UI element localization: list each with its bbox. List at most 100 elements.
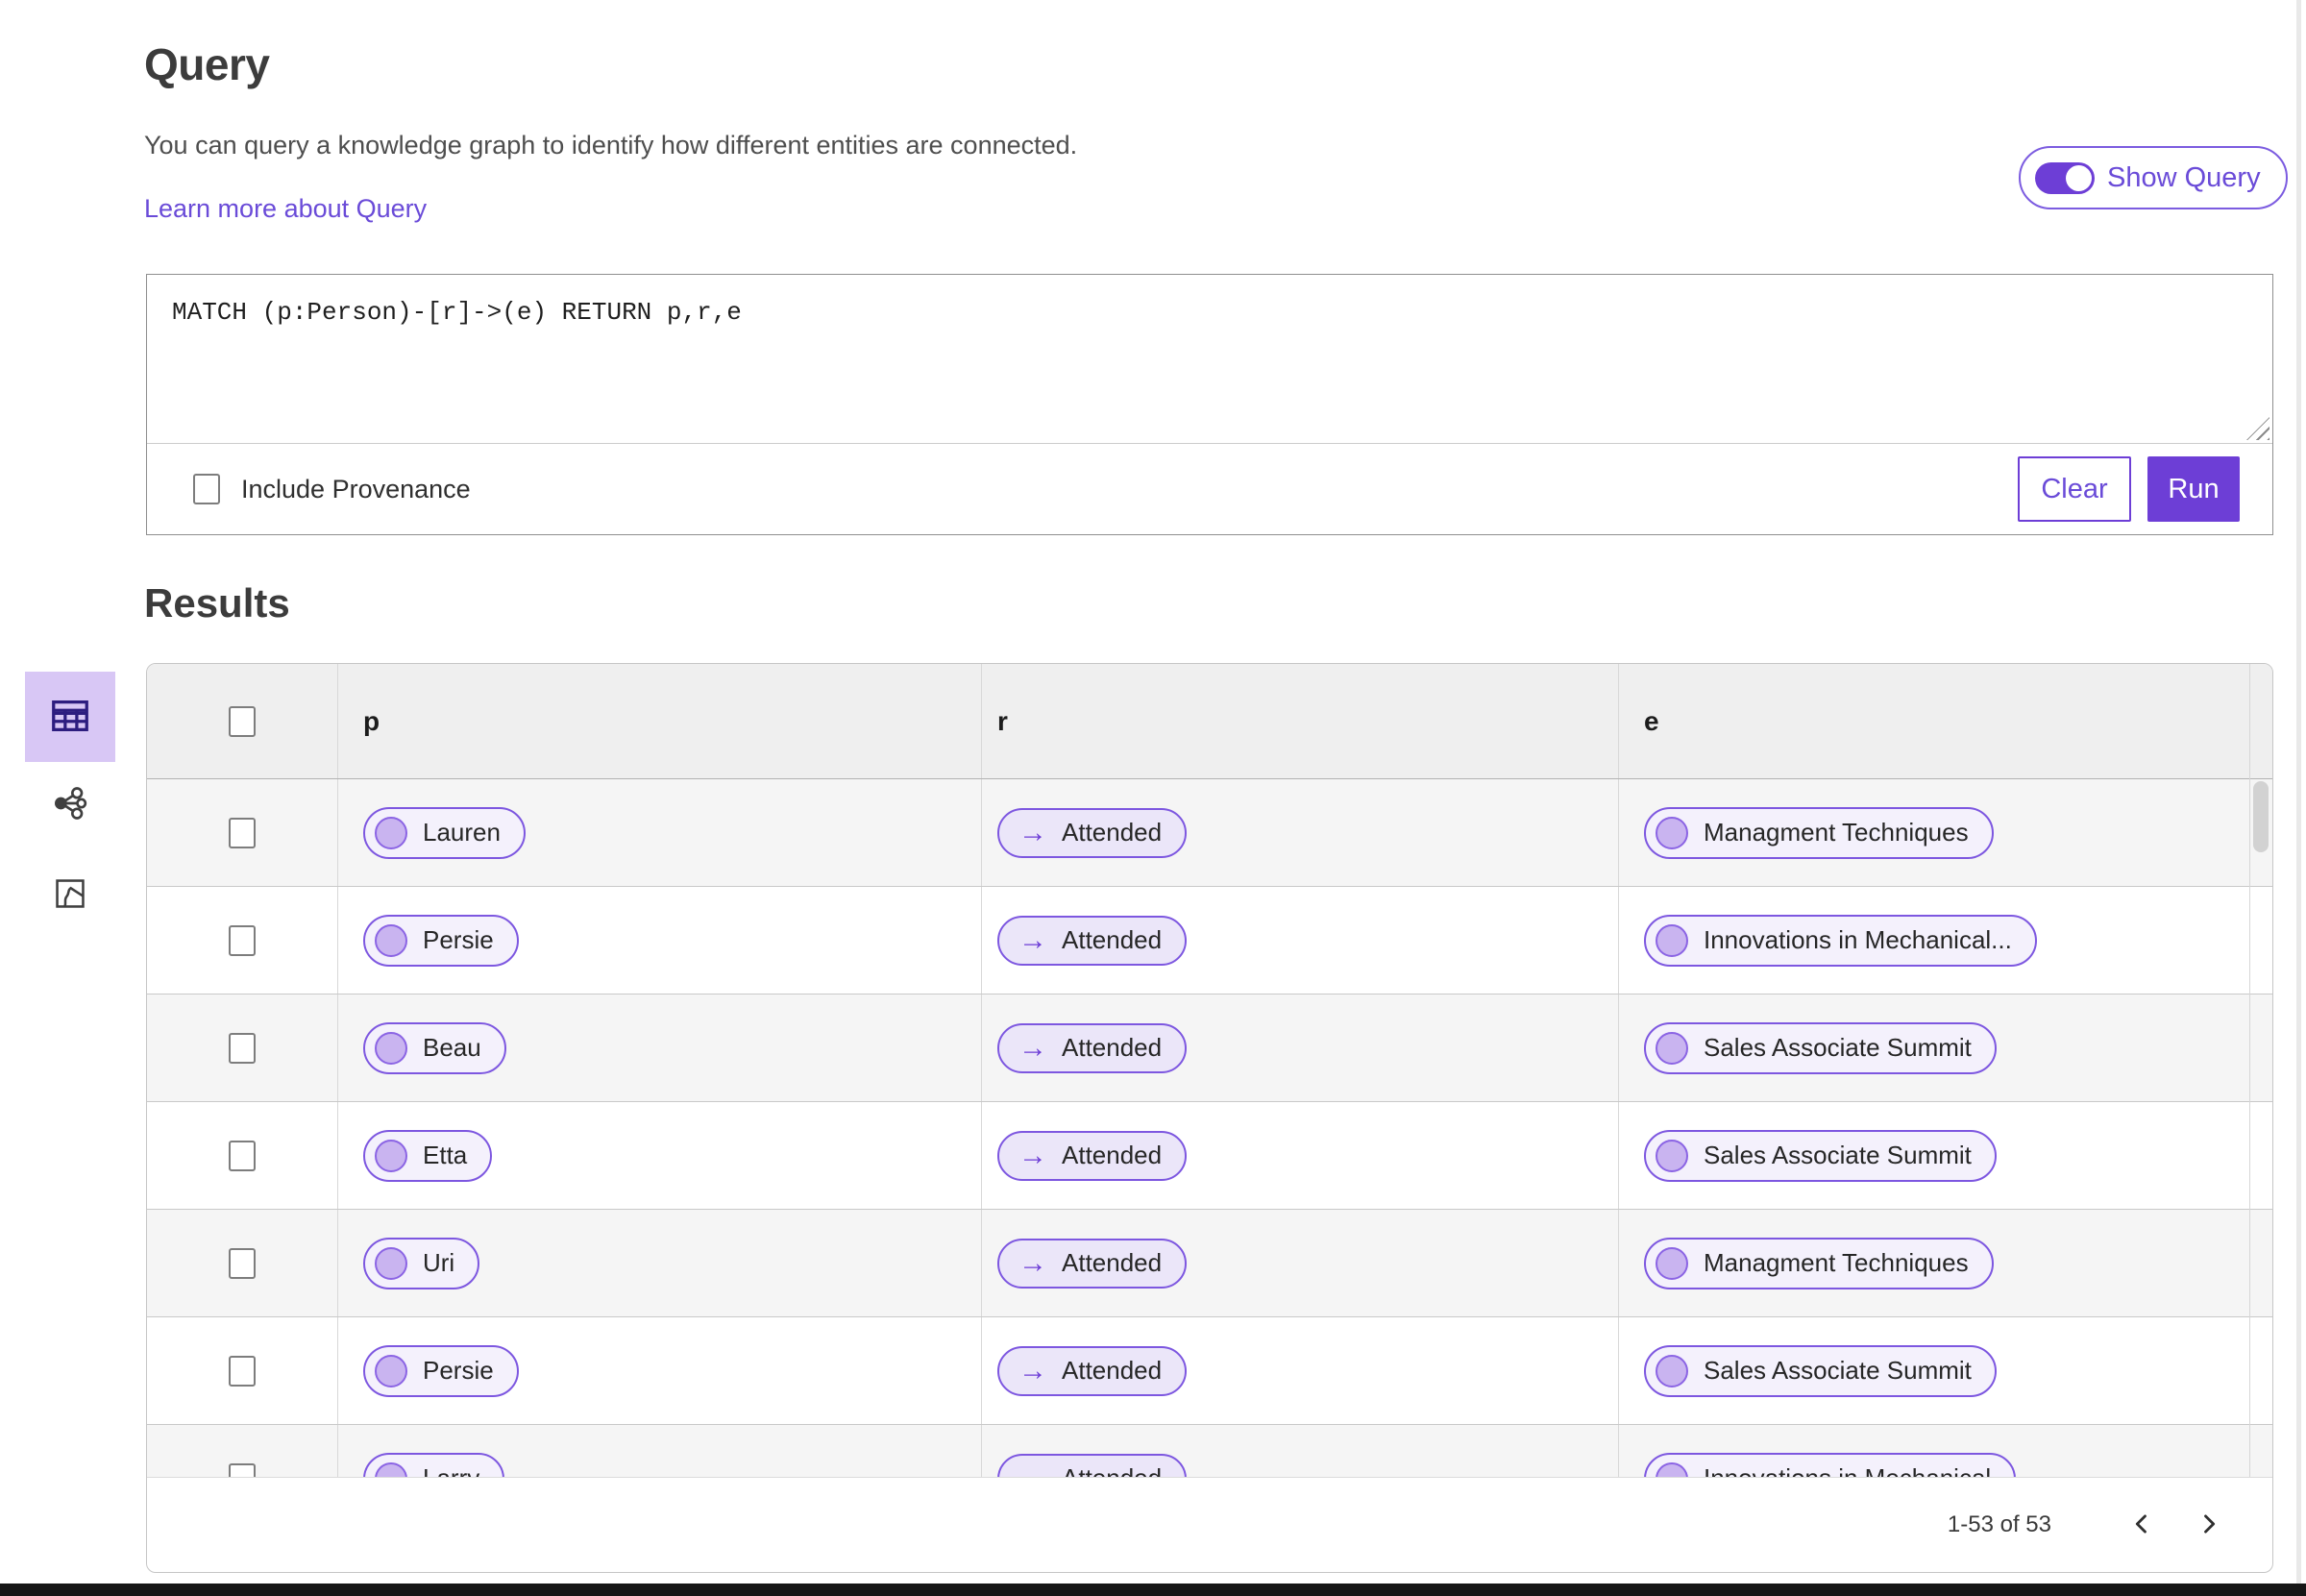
chevron-right-icon	[2196, 1510, 2222, 1540]
entity-pill-p[interactable]: Beau	[363, 1021, 506, 1074]
entity-label-e: Sales Associate Summit	[1704, 1033, 1972, 1062]
entity-pill-p[interactable]: Persie	[363, 1344, 519, 1397]
entity-label-p: Persie	[423, 925, 494, 954]
entity-label-p: Uri	[423, 1248, 455, 1277]
entity-node-icon	[1656, 1354, 1688, 1387]
scrollbar-thumb[interactable]	[2253, 781, 2269, 852]
pagination-bar: 1-53 of 53	[147, 1477, 2272, 1572]
run-button[interactable]: Run	[2147, 456, 2240, 522]
results-table: p r e Lauren → Attended Managment Techni…	[146, 663, 2273, 1573]
clear-button[interactable]: Clear	[2018, 456, 2131, 522]
row-checkbox[interactable]	[229, 1032, 256, 1064]
table-row: Lauren → Attended Managment Techniques	[147, 779, 2272, 887]
show-query-label: Show Query	[2107, 161, 2261, 193]
page-title: Query	[144, 39, 270, 89]
column-header-r: r	[981, 664, 1618, 778]
entity-node-icon	[1656, 1139, 1688, 1172]
relation-pill[interactable]: → Attended	[997, 807, 1188, 858]
query-editor[interactable]: MATCH (p:Person)-[r]->(e) RETURN p,r,e	[147, 275, 2272, 444]
window-right-edge	[2296, 0, 2301, 1584]
row-checkbox[interactable]	[229, 1355, 256, 1387]
next-page-button[interactable]	[2182, 1498, 2236, 1552]
relation-pill[interactable]: → Attended	[997, 915, 1188, 966]
relation-label: Attended	[1062, 1248, 1163, 1277]
entity-pill-e[interactable]: Sales Associate Summit	[1644, 1021, 1997, 1074]
entity-pill-p[interactable]: Lauren	[363, 806, 526, 859]
include-provenance-checkbox[interactable]	[193, 474, 220, 504]
query-description: You can query a knowledge graph to ident…	[144, 131, 1078, 160]
table-row: Etta → Attended Sales Associate Summit	[147, 1102, 2272, 1210]
table-view-button[interactable]	[25, 672, 115, 762]
relation-label: Attended	[1062, 1033, 1163, 1062]
query-actions-bar: Include Provenance Clear Run	[147, 444, 2272, 534]
prev-page-button[interactable]	[2115, 1498, 2169, 1552]
select-all-checkbox[interactable]	[229, 705, 256, 737]
entity-label-p: Etta	[423, 1141, 468, 1169]
learn-more-link[interactable]: Learn more about Query	[144, 194, 427, 224]
arrow-right-icon: →	[1018, 1139, 1047, 1171]
relation-pill[interactable]: → Attended	[997, 1345, 1188, 1396]
entity-pill-e[interactable]: Managment Techniques	[1644, 1237, 1994, 1289]
table-row: Beau → Attended Sales Associate Summit	[147, 994, 2272, 1102]
graph-view-icon	[51, 784, 89, 825]
entity-node-icon	[375, 1139, 407, 1172]
graph-view-button[interactable]	[25, 774, 115, 834]
map-view-button[interactable]	[25, 865, 115, 924]
arrow-right-icon: →	[1018, 1031, 1047, 1064]
entity-pill-p[interactable]: Etta	[363, 1129, 493, 1182]
entity-label-e: Managment Techniques	[1704, 1248, 1969, 1277]
arrow-right-icon: →	[1018, 816, 1047, 848]
toggle-knob	[2066, 164, 2092, 191]
window-bottom-edge	[0, 1584, 2306, 1596]
toggle-on-icon[interactable]	[2035, 161, 2095, 194]
relation-label: Attended	[1062, 818, 1163, 847]
entity-label-e: Innovations in Mechanical...	[1704, 925, 2012, 954]
entity-pill-e[interactable]: Innovations in Mechanical...	[1644, 914, 2037, 967]
include-provenance-label: Include Provenance	[241, 474, 471, 503]
entity-node-icon	[375, 1354, 407, 1387]
relation-label: Attended	[1062, 1356, 1163, 1385]
entity-node-icon	[1656, 816, 1688, 849]
entity-node-icon	[375, 1246, 407, 1280]
entity-pill-p[interactable]: Persie	[363, 914, 519, 967]
arrow-right-icon: →	[1018, 1354, 1047, 1387]
table-scrollbar[interactable]	[2249, 664, 2272, 1477]
relation-pill[interactable]: → Attended	[997, 1238, 1188, 1289]
entity-label-p: Persie	[423, 1356, 494, 1385]
table-body: Lauren → Attended Managment Techniques P…	[147, 779, 2272, 1533]
query-text: MATCH (p:Person)-[r]->(e) RETURN p,r,e	[172, 298, 742, 327]
relation-pill[interactable]: → Attended	[997, 1022, 1188, 1073]
entity-pill-p[interactable]: Uri	[363, 1237, 480, 1289]
row-checkbox[interactable]	[229, 924, 256, 956]
entity-label-e: Sales Associate Summit	[1704, 1141, 1972, 1169]
table-view-icon	[48, 694, 92, 741]
arrow-right-icon: →	[1018, 923, 1047, 956]
entity-node-icon	[1656, 923, 1688, 957]
resize-handle-icon[interactable]	[2246, 417, 2269, 440]
row-checkbox[interactable]	[229, 817, 256, 848]
entity-label-p: Lauren	[423, 818, 501, 847]
entity-pill-e[interactable]: Sales Associate Summit	[1644, 1129, 1997, 1182]
table-row: Uri → Attended Managment Techniques	[147, 1210, 2272, 1317]
entity-pill-e[interactable]: Sales Associate Summit	[1644, 1344, 1997, 1397]
row-checkbox[interactable]	[229, 1140, 256, 1171]
show-query-toggle-button[interactable]: Show Query	[2019, 146, 2288, 209]
table-row: Persie → Attended Sales Associate Summit	[147, 1317, 2272, 1425]
map-view-icon	[52, 875, 88, 915]
entity-node-icon	[375, 1031, 407, 1065]
entity-node-icon	[375, 816, 407, 849]
column-header-e: e	[1618, 664, 2272, 778]
pagination-range: 1-53 of 53	[1947, 1511, 2051, 1537]
relation-label: Attended	[1062, 925, 1163, 954]
results-title: Results	[144, 580, 290, 626]
table-row: Persie → Attended Innovations in Mechani…	[147, 887, 2272, 994]
entity-pill-e[interactable]: Managment Techniques	[1644, 806, 1994, 859]
row-checkbox[interactable]	[229, 1247, 256, 1279]
entity-node-icon	[1656, 1031, 1688, 1065]
table-header-row: p r e	[147, 664, 2272, 779]
relation-pill[interactable]: → Attended	[997, 1130, 1188, 1181]
entity-label-e: Managment Techniques	[1704, 818, 1969, 847]
relation-label: Attended	[1062, 1141, 1163, 1169]
arrow-right-icon: →	[1018, 1246, 1047, 1279]
entity-node-icon	[375, 923, 407, 957]
